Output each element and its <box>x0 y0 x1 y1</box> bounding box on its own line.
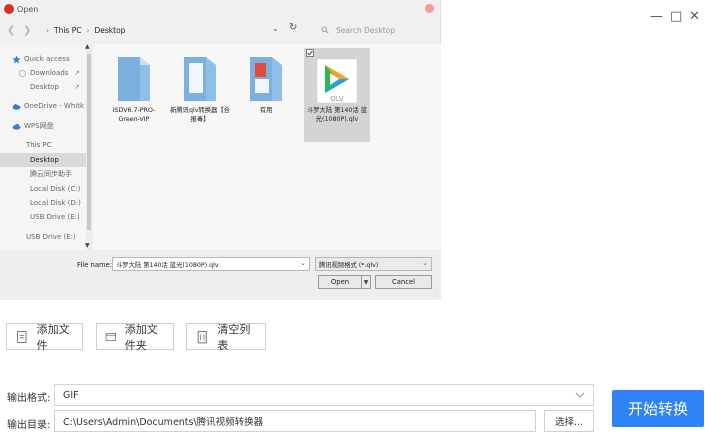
refresh-icon[interactable]: ↻ <box>289 22 297 33</box>
app-logo-icon <box>4 4 14 14</box>
scrollbar-thumb[interactable] <box>87 54 91 230</box>
output-dir-value: C:\Users\Admin\Documents\腾讯视频转换器 <box>63 417 264 428</box>
scroll-up-icon[interactable]: ▲ <box>85 43 90 50</box>
file-name: 新腾讯qlv转换器【合报毒】 <box>170 107 230 123</box>
output-format-value: GIF <box>63 389 79 401</box>
file-type-badge: QLV <box>330 95 344 103</box>
clear-list-button[interactable]: 清空列表 <box>186 322 266 352</box>
open-file-dialog: Open ❮ ❯ › This PC › Desktop ⌄ ↻ Search … <box>0 0 441 300</box>
open-options-dropdown-icon[interactable]: ▼ <box>362 275 371 289</box>
breadcrumb-desktop[interactable]: Desktop <box>94 26 125 35</box>
filetype-select[interactable]: 腾讯视频格式 (*.qlv) ⌄ <box>315 257 432 271</box>
clear-list-label: 清空列表 <box>217 322 251 352</box>
nav-quick-access[interactable]: Quick access <box>0 52 86 66</box>
pin-icon: ↗ <box>74 83 80 91</box>
dialog-close-button[interactable] <box>425 4 434 13</box>
output-dir-label: 输出目录: <box>7 420 51 431</box>
scroll-down-icon[interactable]: ▼ <box>85 242 90 249</box>
maximize-button[interactable]: □ <box>670 10 682 24</box>
nav-local-disk-c-label: Local Disk (C:) <box>30 185 81 193</box>
close-button[interactable]: ✕ <box>689 10 700 24</box>
nav-desktop-quick[interactable]: Desktop ↗ <box>0 80 86 94</box>
cancel-button[interactable]: Cancel <box>375 275 432 289</box>
nav-onedrive-label: OneDrive - Whitk <box>24 102 84 110</box>
file-item-folder[interactable]: 新腾讯qlv转换器【合报毒】 <box>168 48 232 142</box>
forward-arrow-icon[interactable]: ❯ <box>23 25 31 36</box>
add-file-button[interactable]: 添加文件 <box>6 322 83 352</box>
nav-onedrive[interactable]: OneDrive - Whitk <box>0 99 86 113</box>
add-folder-label: 添加文件夹 <box>124 322 158 352</box>
folder-icon <box>184 57 216 101</box>
file-item-folder[interactable]: 有用 <box>234 48 298 142</box>
nav-downloads[interactable]: Downloads ↗ <box>0 66 86 80</box>
file-item-qlv-selected[interactable]: QLV 斗罗大陆 第140话 蓝光(1080P).qlv <box>304 48 370 142</box>
filename-label: File name: <box>77 261 113 269</box>
file-name: 有用 <box>259 107 273 114</box>
breadcrumb-separator: › <box>46 25 49 35</box>
nav-desktop-quick-label: Desktop <box>30 83 59 91</box>
output-format-label: 输出格式: <box>7 393 51 404</box>
navigation-pane: Quick access Downloads ↗ Desktop ↗ OneDr… <box>0 44 86 250</box>
output-dir-input[interactable]: C:\Users\Admin\Documents\腾讯视频转换器 <box>54 410 536 432</box>
nav-downloads-label: Downloads <box>30 69 69 77</box>
nav-usb-drive-label: USB Drive (E:) <box>30 213 80 221</box>
trash-icon <box>197 330 207 343</box>
folder-add-icon <box>105 332 116 341</box>
nav-this-pc-label: This PC <box>26 141 52 149</box>
nav-wps-cloud-label: WPS网盘 <box>24 122 54 130</box>
dialog-title: Open <box>17 5 39 14</box>
cloud-icon <box>12 103 21 110</box>
nav-quick-access-label: Quick access <box>24 55 70 63</box>
search-icon <box>321 26 329 34</box>
file-add-icon <box>17 330 27 343</box>
filename-value: 斗罗大陆 第140话 蓝光(1080P).qlv <box>116 261 219 269</box>
address-bar[interactable]: › This PC › Desktop <box>46 21 307 39</box>
breadcrumb-this-pc[interactable]: This PC <box>54 26 81 35</box>
nav-usb-drive-root[interactable]: USB Drive (E:) <box>0 230 86 244</box>
back-arrow-icon[interactable]: ❮ <box>7 25 15 36</box>
add-folder-button[interactable]: 添加文件夹 <box>96 322 174 352</box>
filename-input[interactable]: 斗罗大陆 第140话 蓝光(1080P).qlv ⌄ <box>112 257 310 271</box>
file-item-folder[interactable]: ISDV6.7-PRO-Green-VIP <box>102 48 166 142</box>
add-file-label: 添加文件 <box>36 322 70 352</box>
search-box[interactable]: Search Desktop <box>313 21 435 39</box>
nav-local-disk-c[interactable]: Local Disk (C:) <box>0 182 86 196</box>
nav-usb-drive-root-label: USB Drive (E:) <box>26 233 76 241</box>
filetype-value: 腾讯视频格式 (*.qlv) <box>319 261 379 269</box>
folder-icon <box>118 57 150 101</box>
download-icon <box>18 69 27 77</box>
select-dir-button[interactable]: 选择... <box>544 410 594 432</box>
open-button[interactable]: Open <box>318 275 362 289</box>
breadcrumb-separator: › <box>86 25 90 35</box>
folder-icon <box>250 57 282 101</box>
resize-grip-icon[interactable]: ⋰ <box>432 291 438 298</box>
output-format-select[interactable]: GIF <box>54 384 594 406</box>
chevron-down-icon[interactable]: ⌄ <box>300 259 306 267</box>
nav-local-disk-d[interactable]: Local Disk (D:) <box>0 196 86 210</box>
cloud-icon <box>12 123 21 130</box>
start-convert-button[interactable]: 开始转换 <box>612 390 704 427</box>
minimize-button[interactable]: — <box>650 10 663 24</box>
search-placeholder: Search Desktop <box>336 25 396 35</box>
nav-scrollbar[interactable]: ▲ ▼ <box>85 43 92 250</box>
chevron-down-icon <box>575 392 585 398</box>
address-history-chevron-icon[interactable]: ⌄ <box>272 24 279 33</box>
nav-sync-assistant-label: 腾云同步助手 <box>30 170 72 178</box>
file-name: ISDV6.7-PRO-Green-VIP <box>112 107 156 123</box>
nav-this-pc[interactable]: This PC <box>0 138 86 152</box>
nav-desktop-label: Desktop <box>30 156 59 164</box>
pin-icon: ↗ <box>74 69 80 77</box>
nav-wps-cloud[interactable]: WPS网盘 <box>0 119 86 133</box>
nav-local-disk-d-label: Local Disk (D:) <box>30 199 81 207</box>
nav-desktop[interactable]: Desktop <box>0 153 86 167</box>
nav-sync-assistant[interactable]: 腾云同步助手 <box>0 167 86 181</box>
chevron-down-icon: ⌄ <box>422 259 428 267</box>
qlv-video-file-icon: QLV <box>316 58 358 104</box>
checkbox-checked-icon[interactable] <box>306 49 314 57</box>
file-list-pane: ISDV6.7-PRO-Green-VIP 新腾讯qlv转换器【合报毒】 有用 <box>93 44 441 250</box>
nav-usb-drive[interactable]: USB Drive (E:) <box>0 210 86 224</box>
file-name: 斗罗大陆 第140话 蓝光(1080P).qlv <box>306 107 368 123</box>
star-icon <box>12 54 21 63</box>
